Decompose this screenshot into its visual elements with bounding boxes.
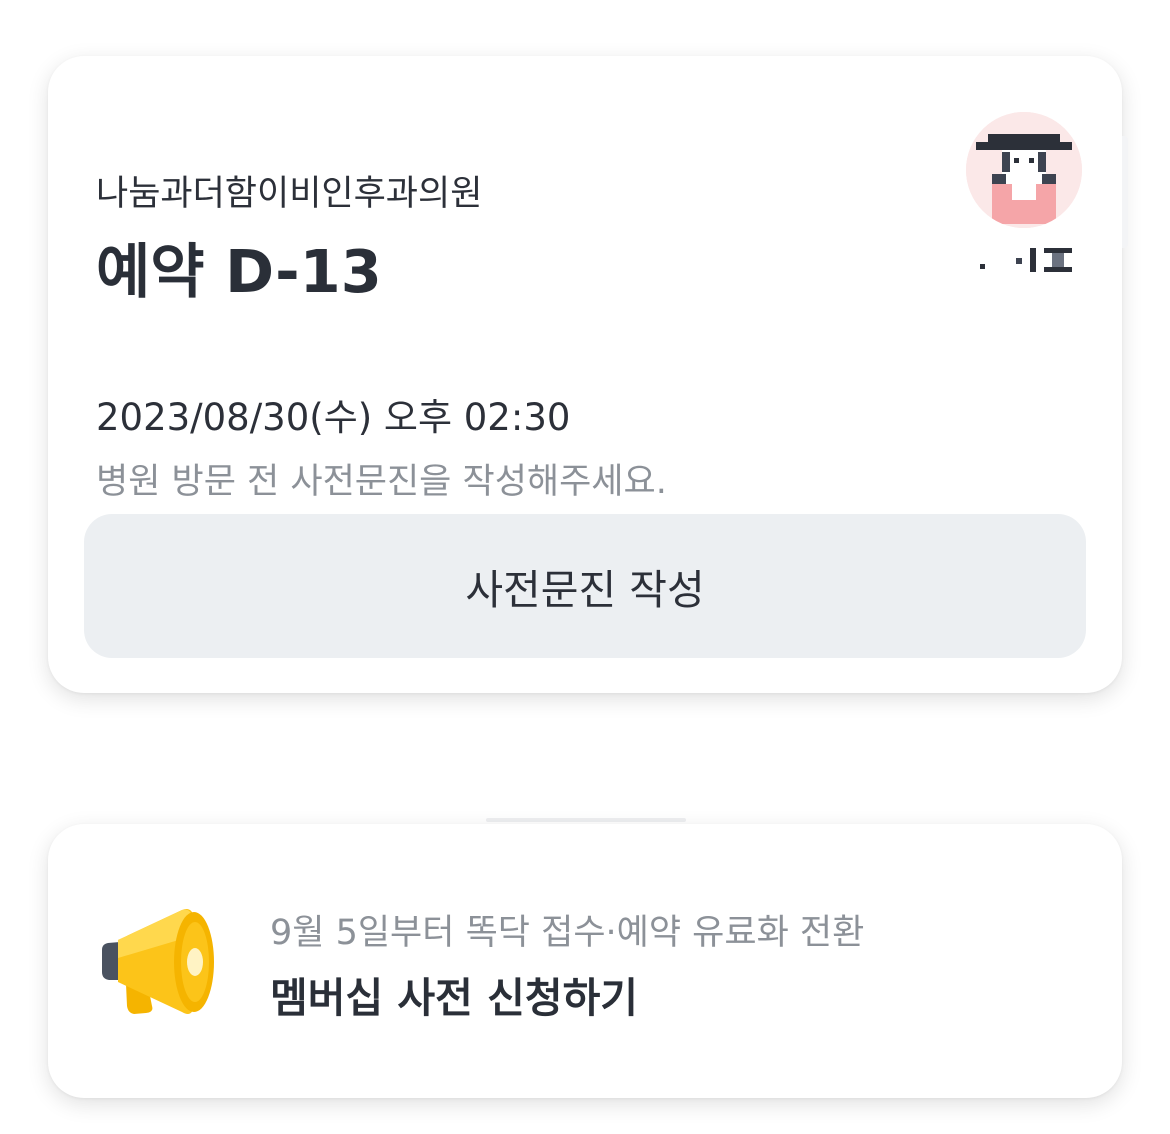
divider [486, 818, 686, 822]
membership-title: 멤버십 사전 신청하기 [270, 974, 639, 1022]
doctor-avatar-icon [966, 112, 1082, 228]
membership-banner[interactable]: 9월 5일부터 똑닥 접수·예약 유료화 전환 멤버십 사전 신청하기 [48, 824, 1122, 1098]
appointment-datetime: 2023/08/30(수) 오후 02:30 [96, 396, 571, 439]
clinic-name: 나눔과더함이비인후과의원 [96, 174, 483, 214]
megaphone-icon [102, 909, 214, 1014]
adjacent-card-edge [1122, 136, 1128, 248]
membership-subtitle: 9월 5일부터 똑닥 접수·예약 유료화 전환 [270, 913, 865, 953]
page: 나눔과더함이비인후과의원 예약 D-13 2023/08/30(수) 오후 02… [0, 0, 1170, 1134]
questionnaire-button[interactable]: 사전문진 작성 [84, 514, 1086, 658]
appointment-card[interactable]: 나눔과더함이비인후과의원 예약 D-13 2023/08/30(수) 오후 02… [48, 56, 1128, 693]
dday-label: 예약 D-13 [96, 237, 382, 306]
pixelated-doctor-name [980, 248, 1072, 272]
appointment-notice: 병원 방문 전 사전문진을 작성해주세요. [96, 462, 667, 502]
